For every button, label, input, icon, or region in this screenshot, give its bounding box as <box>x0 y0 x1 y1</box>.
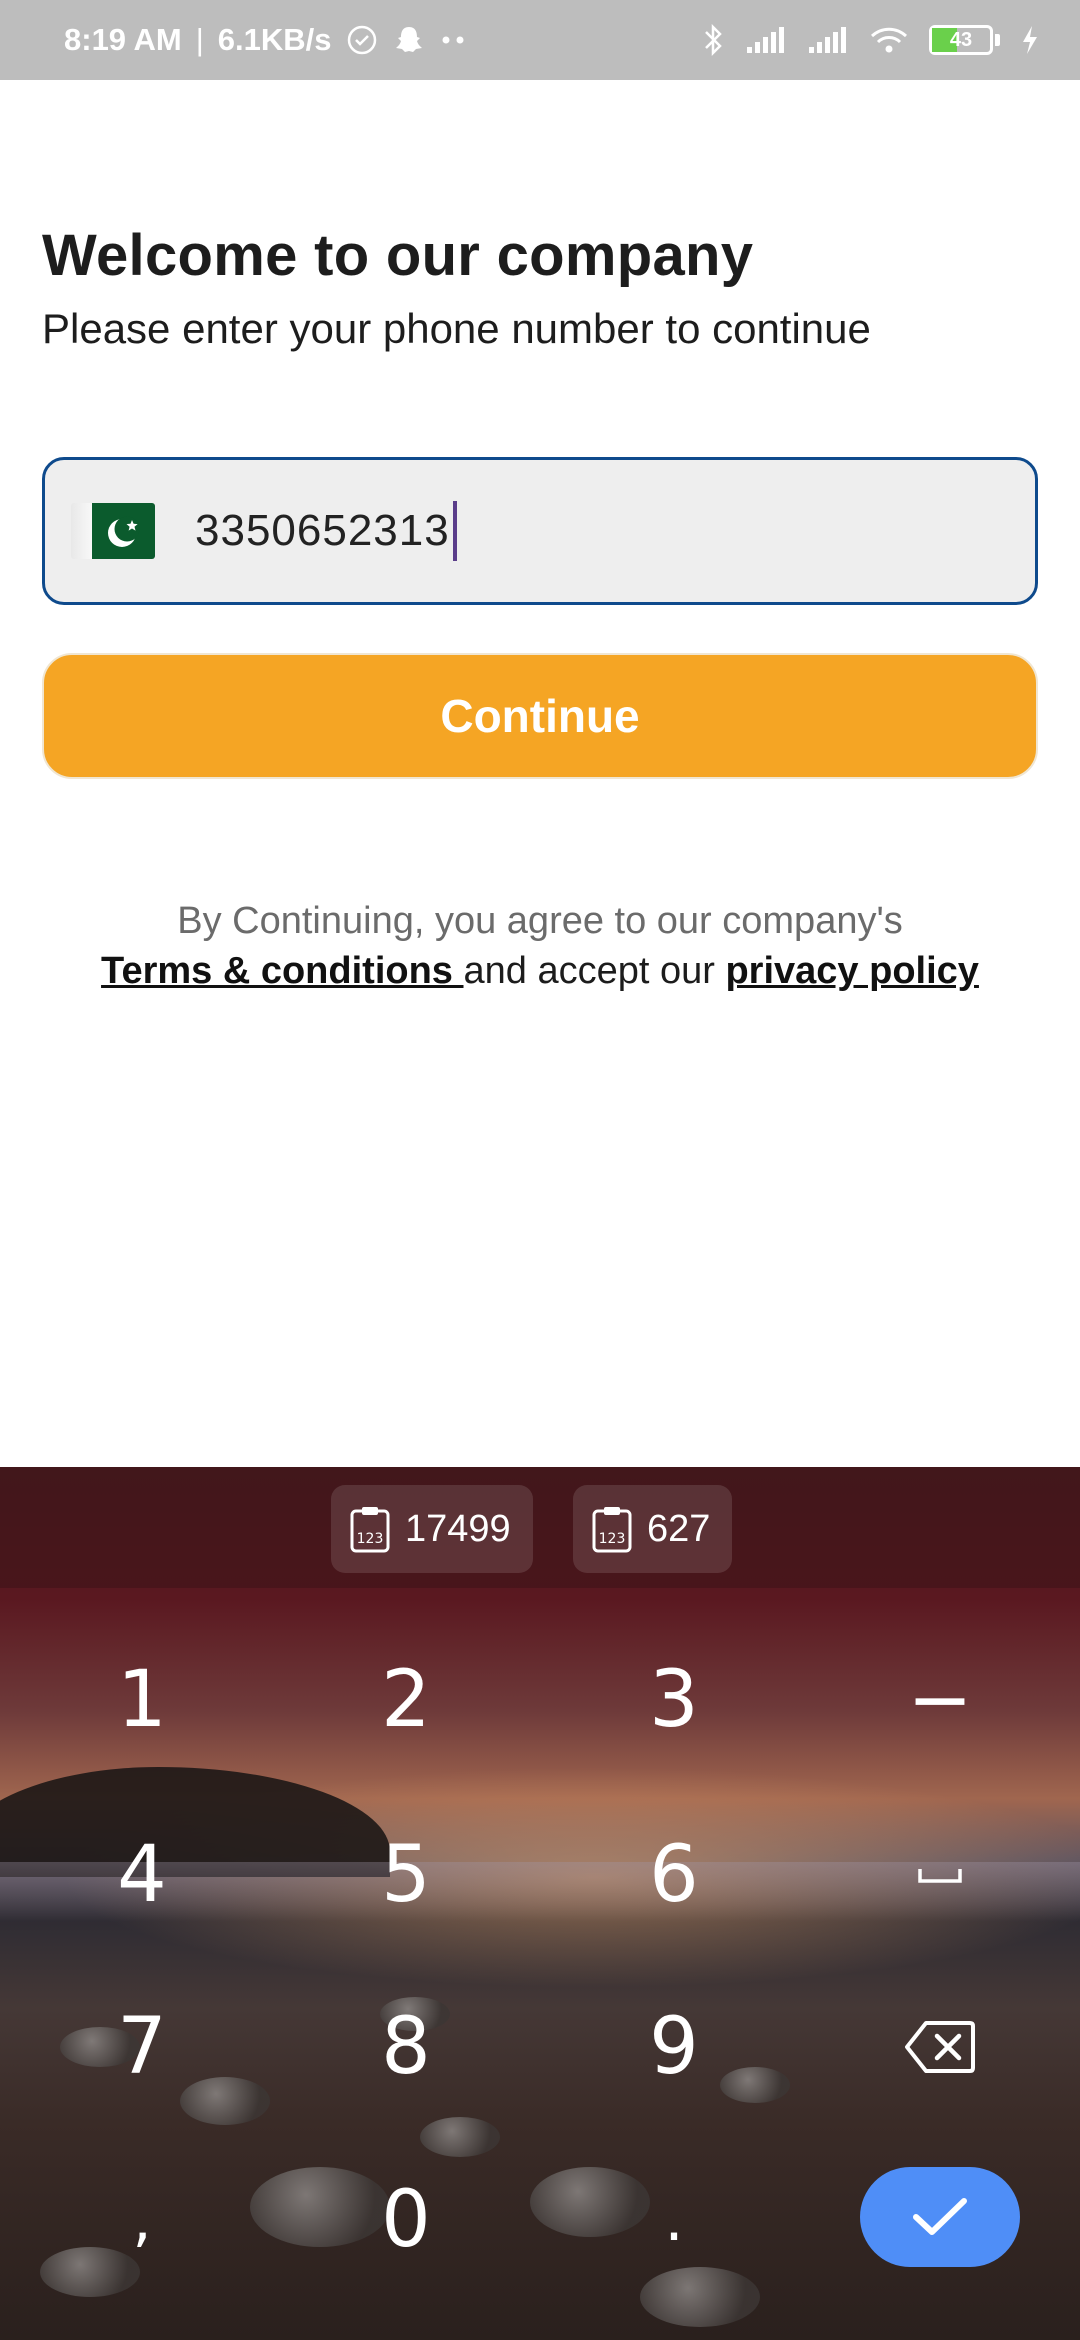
snapchat-ghost-icon <box>392 23 426 57</box>
network-speed: 6.1KB/s <box>217 22 332 57</box>
status-separator: | <box>195 22 204 57</box>
phone-number-value[interactable]: 3350652313 <box>195 501 457 561</box>
backspace-icon <box>905 2021 975 2073</box>
clipboard-text: 17499 <box>405 1507 511 1550</box>
space-key[interactable] <box>860 1815 1020 1935</box>
battery-icon: 43 <box>929 25 1000 55</box>
text-cursor <box>452 501 457 561</box>
key-1[interactable]: 1 <box>62 1640 222 1760</box>
status-bar: 8:19 AM | 6.1KB/s 43 <box>0 0 1080 80</box>
space-icon <box>918 1869 962 1883</box>
privacy-policy-link[interactable]: privacy policy <box>725 950 978 992</box>
bluetooth-icon <box>701 22 725 58</box>
checkmark-icon <box>913 2198 967 2235</box>
key-8[interactable]: 8 <box>326 1987 486 2107</box>
key-0[interactable]: 0 <box>326 2160 486 2280</box>
more-dots-icon <box>440 35 470 45</box>
key-dot[interactable]: . <box>594 2160 754 2280</box>
status-time: 8:19 AM <box>64 22 182 57</box>
terms-links-line: Terms & conditions and accept our privac… <box>0 950 1080 993</box>
done-button[interactable] <box>860 2167 1020 2267</box>
key-4[interactable]: 4 <box>62 1815 222 1935</box>
key-5[interactable]: 5 <box>326 1815 486 1935</box>
backspace-key[interactable] <box>860 1987 1020 2107</box>
phone-number-text: 3350652313 <box>195 506 450 555</box>
key-3[interactable]: 3 <box>594 1640 754 1760</box>
battery-level: 43 <box>949 28 973 51</box>
clipboard-icon: 123 <box>350 1507 390 1553</box>
clipboard-bar <box>0 1467 1080 1588</box>
clipboard-icon: 123 <box>592 1507 632 1553</box>
continue-button[interactable]: Continue <box>42 653 1038 779</box>
key-comma[interactable]: , <box>62 2160 222 2280</box>
clipboard-suggestion[interactable]: 123 17499 <box>331 1485 533 1573</box>
page-title: Welcome to our company <box>42 223 754 288</box>
signal-icon <box>807 25 849 55</box>
signal-icon <box>745 25 787 55</box>
terms-middle-text: and accept our <box>463 950 726 992</box>
terms-conditions-link[interactable]: Terms & conditions <box>101 950 463 992</box>
terms-notice: By Continuing, you agree to our company'… <box>177 900 903 942</box>
svg-text:123: 123 <box>357 1531 384 1547</box>
charging-bolt-icon <box>1020 24 1040 56</box>
page-subtitle: Please enter your phone number to contin… <box>42 305 871 352</box>
key-2[interactable]: 2 <box>326 1640 486 1760</box>
check-circle-icon <box>346 24 378 56</box>
phone-number-input[interactable]: 3350652313 <box>42 457 1038 605</box>
key-6[interactable]: 6 <box>594 1815 754 1935</box>
pakistan-flag-icon[interactable] <box>71 503 155 559</box>
key-7[interactable]: 7 <box>62 1987 222 2107</box>
key-9[interactable]: 9 <box>594 1987 754 2107</box>
clipboard-text: 627 <box>647 1507 711 1550</box>
key-minus[interactable]: − <box>860 1640 1020 1760</box>
wifi-icon <box>869 25 909 55</box>
clipboard-suggestion[interactable]: 123 627 <box>573 1485 733 1573</box>
svg-text:123: 123 <box>599 1531 626 1547</box>
